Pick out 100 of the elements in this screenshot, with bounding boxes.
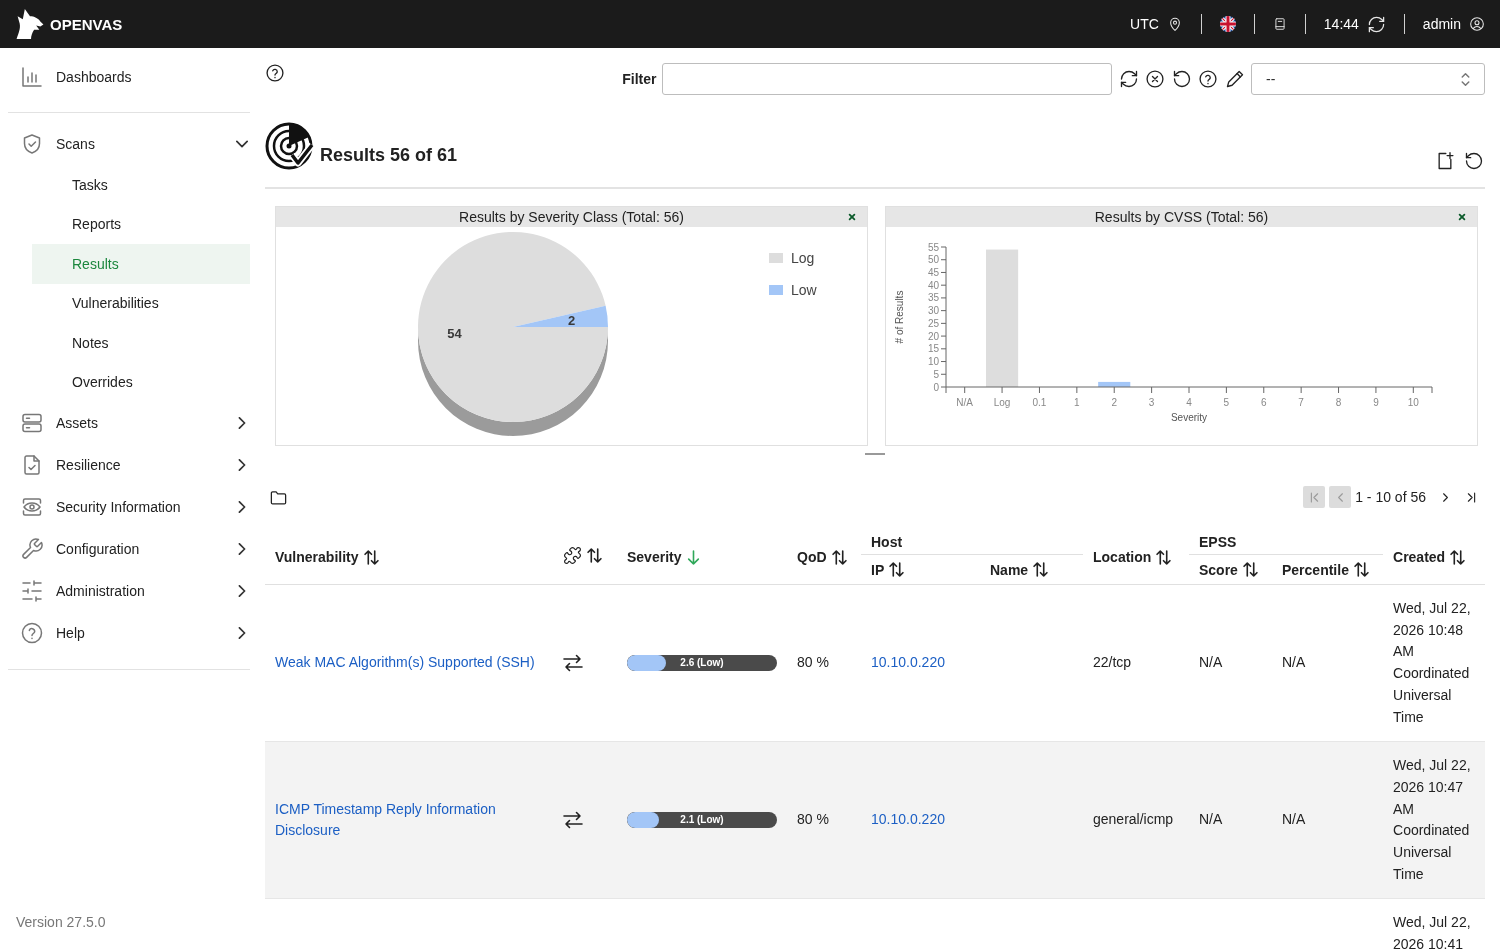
help-icon[interactable] bbox=[265, 63, 285, 83]
reload-icon[interactable] bbox=[1464, 151, 1484, 171]
username-label[interactable]: admin bbox=[1422, 16, 1461, 32]
axis-tick-label: 6 bbox=[1261, 396, 1267, 408]
chart-bar bbox=[1098, 381, 1131, 387]
axis-tick-label: 2 bbox=[1111, 396, 1117, 408]
axis-tick-label: 25 bbox=[927, 317, 939, 329]
resize-handle[interactable] bbox=[865, 453, 885, 455]
axis-tick-label: 40 bbox=[927, 279, 939, 291]
filter-input[interactable] bbox=[662, 63, 1112, 95]
refresh-icon[interactable] bbox=[1366, 14, 1386, 34]
clock-time: 14:44 bbox=[1323, 16, 1359, 32]
axis-title: # of Results bbox=[893, 290, 905, 344]
axis-title: Severity bbox=[1170, 411, 1208, 423]
column-header[interactable]: Score bbox=[1199, 561, 1258, 578]
column-header[interactable]: Vulnerability bbox=[275, 549, 379, 565]
nav-subitem[interactable]: Overrides bbox=[32, 362, 250, 402]
epss-percentile: N/A bbox=[1282, 654, 1306, 671]
axis-tick-label: 4 bbox=[1186, 396, 1192, 408]
column-header[interactable]: Name bbox=[990, 561, 1049, 578]
user-icon[interactable] bbox=[1469, 16, 1485, 32]
undo-icon[interactable] bbox=[1171, 69, 1192, 89]
location-text: 22/tcp bbox=[1093, 654, 1132, 671]
axis-tick-label: 9 bbox=[1373, 396, 1379, 408]
nav-item[interactable]: Configuration bbox=[8, 528, 250, 570]
column-header[interactable]: Created bbox=[1393, 549, 1466, 565]
axis-tick-label: Log bbox=[993, 396, 1011, 408]
legend-label: Log bbox=[791, 250, 815, 266]
close-circle-icon[interactable] bbox=[1145, 69, 1165, 89]
axis-tick-label: 45 bbox=[927, 266, 939, 278]
epss-percentile: N/A bbox=[1282, 811, 1306, 828]
nav-subitem[interactable]: Results bbox=[32, 244, 250, 284]
pencil-icon[interactable] bbox=[1224, 69, 1245, 89]
axis-tick-label: 30 bbox=[927, 305, 939, 317]
qod-value: 80 % bbox=[797, 811, 829, 828]
chart-title: Results by Severity Class (Total: 56) bbox=[459, 209, 684, 225]
column-header[interactable] bbox=[563, 546, 602, 565]
axis-tick-label: 1 bbox=[1074, 396, 1080, 408]
column-group-header: Host bbox=[871, 534, 903, 550]
page-title: Results 56 of 61 bbox=[320, 144, 458, 166]
ip-link[interactable]: 10.10.0.220 bbox=[871, 654, 945, 671]
axis-tick-label: 5 bbox=[1223, 396, 1230, 408]
flag-icon[interactable] bbox=[1219, 16, 1236, 32]
axis-tick-label: 3 bbox=[1148, 396, 1155, 408]
nav-item[interactable]: Resilience bbox=[8, 444, 250, 486]
axis-tick-label: 5 bbox=[933, 368, 939, 380]
radar-icon bbox=[265, 121, 315, 171]
epss-score: N/A bbox=[1199, 811, 1223, 828]
axis-tick-label: N/A bbox=[956, 396, 974, 408]
nav-subitem[interactable]: Vulnerabilities bbox=[32, 283, 250, 323]
puzzle-icon bbox=[563, 546, 582, 565]
page-range: 1 - 10 of 56 bbox=[1355, 489, 1426, 505]
column-header[interactable]: Percentile bbox=[1282, 561, 1369, 578]
nav-item[interactable]: Scans bbox=[8, 123, 250, 165]
column-header[interactable]: Location bbox=[1093, 549, 1172, 565]
column-group-header: EPSS bbox=[1199, 534, 1237, 550]
column-header[interactable]: QoD bbox=[797, 549, 847, 565]
legend-label: Low bbox=[791, 282, 817, 298]
created-date: Wed, Jul 22, 2026 10:47 AM Coordinated Universal Time bbox=[1393, 757, 1471, 882]
nav-subitem[interactable]: Tasks bbox=[32, 165, 250, 205]
axis-tick-label: 20 bbox=[927, 330, 939, 342]
filter-select[interactable]: -- bbox=[1251, 63, 1485, 95]
severity-label: 2.1 (Low) bbox=[680, 814, 724, 827]
close-icon[interactable] bbox=[1458, 213, 1466, 221]
version-label: Version 27.5.0 bbox=[16, 914, 106, 930]
help-icon bbox=[20, 621, 44, 645]
nav-item[interactable]: Dashboards bbox=[8, 56, 250, 98]
refresh-icon[interactable] bbox=[1118, 69, 1139, 89]
nav-item[interactable]: Administration bbox=[8, 570, 250, 612]
nav-subitem[interactable]: Reports bbox=[32, 204, 250, 244]
axis-tick-label: 0.1 bbox=[1032, 396, 1047, 408]
location-text: general/icmp bbox=[1093, 811, 1174, 828]
chevron-up-down-icon bbox=[1461, 72, 1470, 86]
nav-item[interactable]: Assets bbox=[8, 402, 250, 444]
close-icon[interactable] bbox=[848, 213, 856, 221]
axis-tick-label: 7 bbox=[1298, 396, 1304, 408]
column-header[interactable]: IP bbox=[871, 561, 905, 578]
swap-arrows-icon bbox=[563, 811, 583, 830]
eye-icon bbox=[20, 495, 44, 519]
axis-tick-label: 0 bbox=[933, 381, 939, 393]
vulnerability-link[interactable]: Weak MAC Algorithm(s) Supported (SSH) bbox=[275, 652, 535, 674]
timezone-label: UTC bbox=[1130, 16, 1159, 32]
axis-tick-label: 8 bbox=[1335, 396, 1342, 408]
nav-subitem[interactable]: Notes bbox=[32, 323, 250, 363]
book-icon[interactable] bbox=[1272, 17, 1287, 31]
sliders-icon bbox=[20, 579, 44, 603]
nav-item[interactable]: Security Information bbox=[8, 486, 250, 528]
column-header[interactable]: Severity bbox=[627, 549, 702, 565]
axis-tick-label: 50 bbox=[927, 254, 939, 266]
data-label: 54 bbox=[447, 326, 462, 342]
chart-title: Results by CVSS (Total: 56) bbox=[1094, 209, 1269, 225]
swatch-icon bbox=[769, 253, 783, 263]
nav-item[interactable]: Help bbox=[8, 612, 250, 654]
ip-link[interactable]: 10.10.0.220 bbox=[871, 811, 945, 828]
created-date: Wed, Jul 22, 2026 10:41 bbox=[1393, 914, 1471, 950]
logo-text: OPENVAS bbox=[50, 15, 123, 33]
swap-arrows-icon bbox=[563, 654, 583, 673]
wrench-icon bbox=[20, 537, 44, 561]
swatch-icon bbox=[769, 285, 783, 295]
help-icon[interactable] bbox=[1198, 69, 1218, 89]
